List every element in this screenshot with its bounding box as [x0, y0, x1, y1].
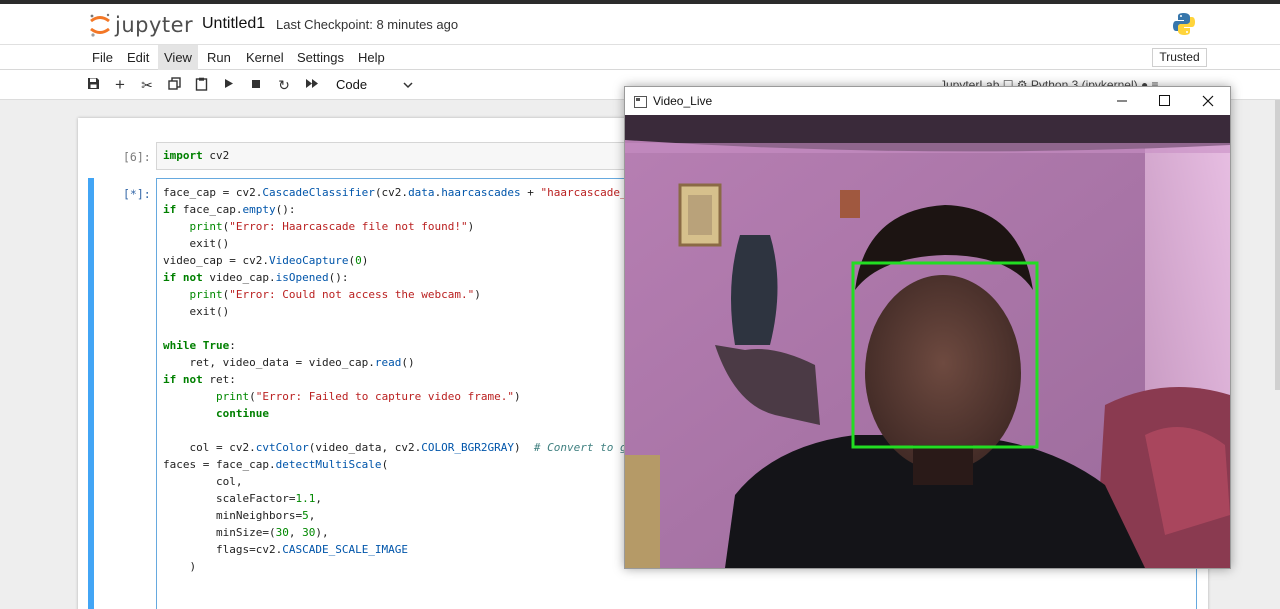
- menu-view[interactable]: View: [158, 45, 198, 70]
- jupyter-logo-icon: [90, 13, 110, 37]
- menu-file[interactable]: File: [86, 45, 119, 70]
- video-live-window[interactable]: Video_Live: [624, 86, 1231, 569]
- save-icon[interactable]: [85, 77, 101, 93]
- cell-prompt-running: [*]:: [123, 187, 151, 201]
- page-scrollbar[interactable]: [1275, 100, 1280, 390]
- menu-settings[interactable]: Settings: [291, 45, 350, 70]
- webcam-frame: [625, 115, 1230, 568]
- add-cell-icon[interactable]: +: [112, 76, 128, 93]
- maximize-icon[interactable]: [1142, 87, 1186, 115]
- notebook-title[interactable]: Untitled1: [202, 15, 265, 33]
- menu-help[interactable]: Help: [352, 45, 391, 70]
- jupyter-logo[interactable]: jupyter: [89, 11, 193, 39]
- menu-edit[interactable]: Edit: [121, 45, 155, 70]
- chevron-down-icon[interactable]: [402, 78, 414, 96]
- cell-type-select[interactable]: Code: [336, 77, 367, 92]
- restart-icon[interactable]: ↻: [276, 77, 292, 93]
- active-cell-indicator: [88, 178, 94, 609]
- logo-text: jupyter: [115, 13, 194, 37]
- menu-bar: File Edit View Run Kernel Settings Help …: [0, 44, 1280, 70]
- menu-kernel[interactable]: Kernel: [240, 45, 290, 70]
- code-line: import cv2: [163, 149, 230, 162]
- video-window-titlebar[interactable]: Video_Live: [625, 87, 1230, 115]
- cut-icon[interactable]: ✂: [139, 77, 155, 93]
- python-logo-icon: [1172, 12, 1196, 41]
- minimize-icon[interactable]: [1100, 87, 1144, 115]
- paste-icon[interactable]: [193, 77, 209, 93]
- video-window-title: Video_Live: [653, 94, 713, 108]
- checkpoint-status: Last Checkpoint: 8 minutes ago: [276, 17, 459, 32]
- trusted-badge[interactable]: Trusted: [1152, 48, 1207, 67]
- stop-icon[interactable]: [248, 77, 264, 93]
- copy-icon[interactable]: [166, 77, 182, 93]
- menu-run[interactable]: Run: [201, 45, 237, 70]
- close-icon[interactable]: [1186, 87, 1230, 115]
- notebook-header: jupyter Untitled1 Last Checkpoint: 8 min…: [0, 4, 1280, 44]
- cell-prompt: [6]:: [123, 150, 151, 164]
- window-app-icon: [634, 95, 647, 113]
- fast-forward-icon[interactable]: [304, 77, 320, 93]
- run-icon[interactable]: [221, 77, 237, 93]
